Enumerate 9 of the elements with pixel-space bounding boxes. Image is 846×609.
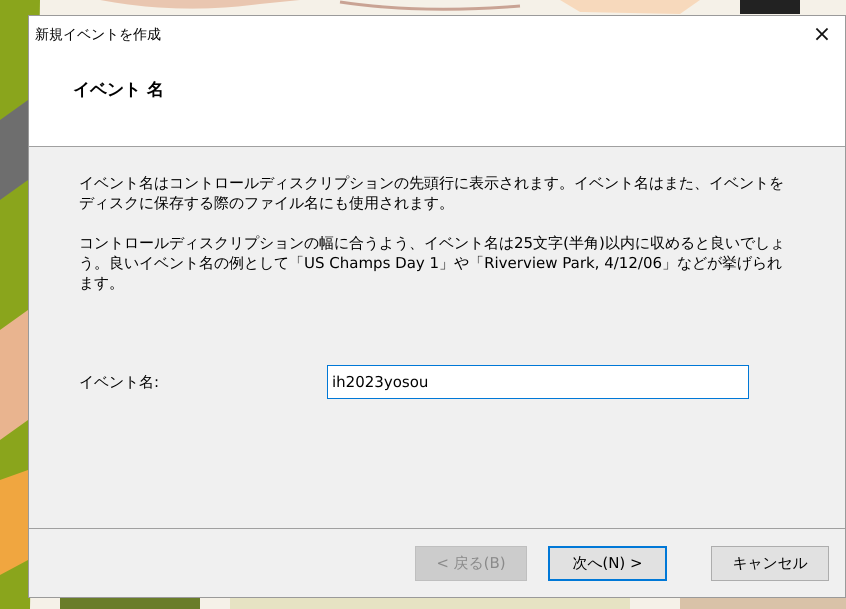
description-text: コントロールディスクリプションの幅に合うよう、イベント名は25文字(半角)以内に収めると良いでしょう。良いイベント名の例として「US Champs Day 1」や「Riverview Park, 4/12/06」などが挙げられます。: [79, 233, 786, 293]
event-name-field[interactable]: ih2023yosou: [327, 365, 749, 399]
page-heading: イベント 名: [73, 79, 165, 101]
wizard-button[interactable]: 次へ(N) >: [548, 546, 667, 580]
field-label: イベント名:: [79, 372, 160, 392]
close-button[interactable]: ×: [799, 20, 845, 50]
wizard-button[interactable]: キャンセル: [711, 546, 829, 580]
description-text: イベント名はコントロールディスクリプションの先頭行に表示されます。イベント名はまた、イベントをディスクに保存する際のファイル名にも使用されます。: [79, 173, 785, 213]
window-title: 新規イベントを作成: [35, 26, 161, 44]
